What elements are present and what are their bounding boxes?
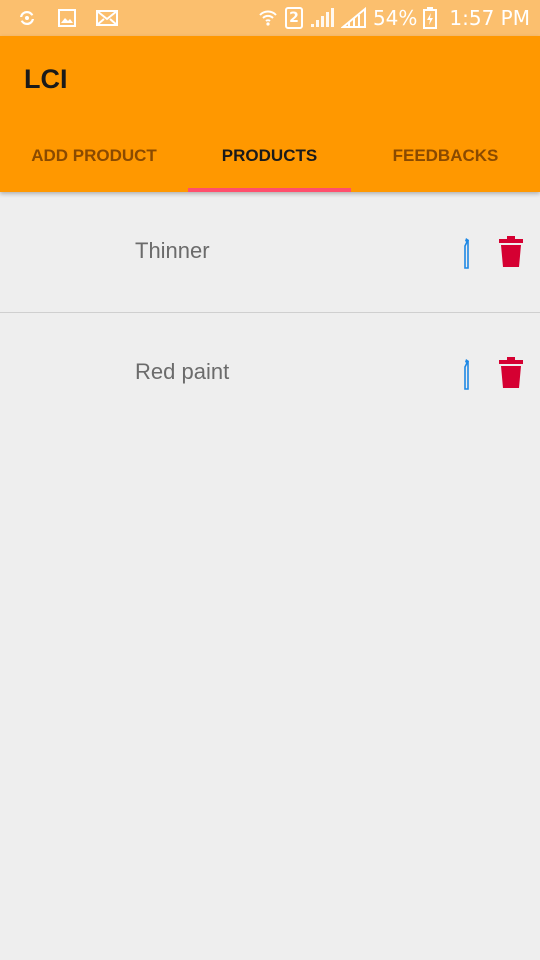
list-item[interactable]: Thinner (0, 192, 540, 313)
edit-icon[interactable] (456, 236, 480, 270)
battery-charging-icon (423, 7, 438, 29)
delete-icon[interactable] (498, 357, 524, 389)
tab-label: PRODUCTS (221, 146, 318, 165)
tab-add-product[interactable]: ADD PRODUCT (0, 120, 188, 192)
mail-icon (96, 7, 118, 29)
product-name: Thinner (135, 238, 210, 263)
sync-icon (16, 7, 38, 29)
tab-bar: ADD PRODUCT PRODUCTS FEEDBACKS (0, 120, 540, 192)
app-bar: LCI ADD PRODUCT PRODUCTS FEEDBACKS (0, 36, 540, 192)
signal-icon (309, 7, 335, 29)
delete-icon[interactable] (498, 236, 524, 268)
notification-icons (10, 7, 118, 29)
sim-slot-label: 2 (289, 10, 299, 26)
wifi-icon (257, 7, 279, 29)
tab-label: ADD PRODUCT (31, 146, 157, 165)
edit-icon[interactable] (456, 357, 480, 391)
clock: 1:57 PM (449, 6, 530, 30)
image-icon (56, 7, 78, 29)
tab-products[interactable]: PRODUCTS (188, 120, 351, 192)
list-item[interactable]: Red paint (0, 313, 540, 434)
status-bar: 2 54% 1:57 PM (0, 0, 540, 36)
battery-percent: 54% (372, 6, 418, 30)
tab-label: FEEDBACKS (392, 146, 499, 165)
system-icons: 2 54% 1:57 PM (257, 6, 530, 30)
signal-icon (340, 7, 367, 29)
app-title: LCI (24, 64, 68, 94)
product-name: Red paint (135, 359, 230, 384)
product-list: Thinner Red paint (0, 192, 540, 434)
sim-2-icon: 2 (284, 7, 303, 29)
tab-feedbacks[interactable]: FEEDBACKS (351, 120, 540, 192)
